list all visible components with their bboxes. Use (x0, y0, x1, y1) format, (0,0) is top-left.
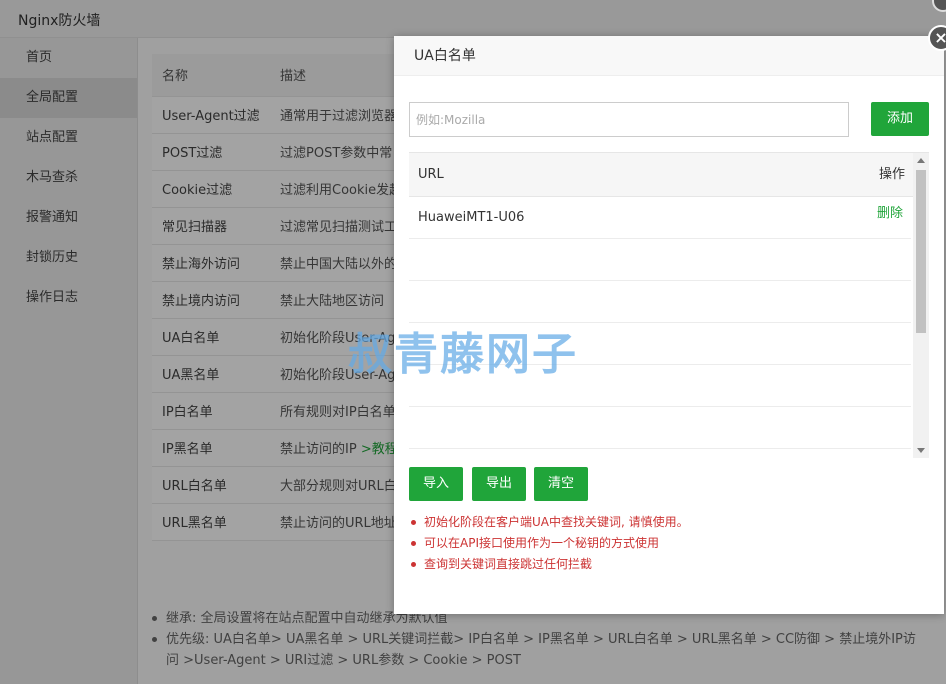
list-item: HuaweiMT1-U06 删除 (409, 197, 911, 239)
tips-list: 初始化阶段在客户端UA中查找关键词, 请慎使用。 可以在API接口使用作为一个秘… (409, 512, 689, 575)
tip-item: 可以在API接口使用作为一个秘钥的方式使用 (409, 533, 689, 554)
scroll-down-arrow-icon[interactable] (917, 448, 925, 453)
ua-whitelist-dialog: UA白名单 × 添加 URL 操作 HuaweiMT1-U06 删除 导入 导出… (394, 25, 946, 614)
clear-button[interactable]: 清空 (534, 467, 588, 501)
delete-button[interactable]: 删除 (877, 193, 903, 235)
ua-list: URL 操作 HuaweiMT1-U06 删除 (409, 152, 929, 458)
empty-row (409, 407, 911, 449)
empty-row (409, 365, 911, 407)
list-item-url: HuaweiMT1-U06 (418, 210, 525, 225)
export-button[interactable]: 导出 (472, 467, 526, 501)
scroll-up-arrow-icon[interactable] (917, 158, 925, 163)
ua-input[interactable] (409, 102, 849, 137)
dialog-title: UA白名单 (394, 36, 944, 76)
empty-row (409, 239, 911, 281)
scroll-thumb[interactable] (916, 170, 926, 333)
import-button[interactable]: 导入 (409, 467, 463, 501)
add-button[interactable]: 添加 (871, 102, 929, 136)
column-header-url: URL (418, 167, 444, 182)
tip-item: 查询到关键词直接跳过任何拦截 (409, 554, 689, 575)
list-scrollbar[interactable] (913, 153, 929, 458)
list-header: URL 操作 (409, 153, 929, 197)
empty-row (409, 281, 911, 323)
tip-item: 初始化阶段在客户端UA中查找关键词, 请慎使用。 (409, 512, 689, 533)
column-header-action: 操作 (878, 167, 905, 182)
empty-row (409, 323, 911, 365)
